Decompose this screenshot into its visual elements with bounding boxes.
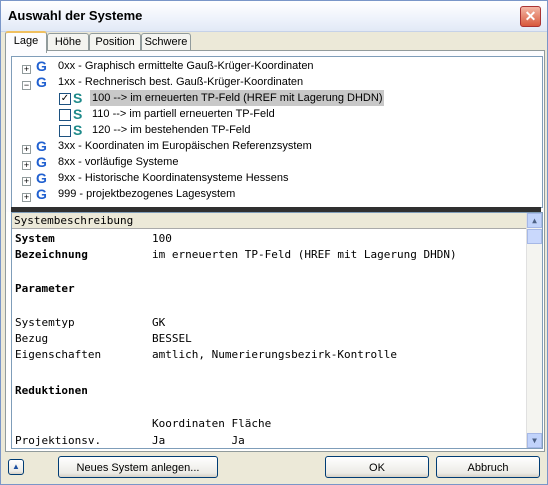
tab-position[interactable]: Position: [89, 33, 141, 51]
checkbox-100[interactable]: ✓: [59, 93, 71, 105]
projektion-label: Projektionsv.: [15, 434, 102, 447]
reduktionen-heading: Reduktionen: [15, 384, 88, 397]
description-header: Systembeschreibung: [12, 213, 528, 229]
title-bar: Auswahl der Systeme ✕: [1, 1, 547, 32]
expand-icon[interactable]: +: [22, 177, 31, 186]
tree-node-100[interactable]: 100 --> im erneuerten TP-Feld (HREF mit …: [90, 90, 385, 106]
collapse-icon[interactable]: −: [22, 81, 31, 90]
tree-node-999[interactable]: 999 - projektbezogenes Lagesystem: [58, 186, 235, 202]
close-button[interactable]: ✕: [520, 6, 541, 27]
expand-icon[interactable]: +: [22, 161, 31, 170]
bezug-label: Bezug: [15, 332, 49, 345]
system-tree[interactable]: + G 0xx - Graphisch ermittelte Gauß-Krüg…: [11, 56, 543, 208]
tree-node-110[interactable]: 110 --> im partiell erneuerten TP-Feld: [92, 106, 275, 122]
tree-node-0xx[interactable]: 0xx - Graphisch ermittelte Gauß-Krüger-K…: [58, 58, 314, 74]
system-value: 100: [152, 232, 172, 245]
g-system-icon: G: [36, 58, 47, 74]
tab-schwere[interactable]: Schwere: [141, 33, 191, 51]
collapse-panel-button[interactable]: ▲: [8, 459, 24, 475]
g-system-icon: G: [36, 154, 47, 170]
tree-node-8xx[interactable]: 8xx - vorläufige Systeme: [58, 154, 178, 170]
g-system-icon: G: [36, 138, 47, 154]
ok-button[interactable]: OK: [325, 456, 429, 478]
g-system-icon: G: [36, 186, 47, 202]
projektion-value: Ja Ja: [152, 434, 245, 447]
new-system-button[interactable]: Neues System anlegen...: [58, 456, 218, 478]
g-system-icon: G: [36, 74, 47, 90]
s-system-icon: S: [73, 90, 83, 106]
cancel-button[interactable]: Abbruch: [436, 456, 540, 478]
description-pane: Systembeschreibung System 100 Bezeichnun…: [6, 212, 544, 451]
tree-node-3xx[interactable]: 3xx - Koordinaten im Europäischen Refere…: [58, 138, 312, 154]
parameter-heading: Parameter: [15, 282, 75, 295]
systemtyp-value: GK: [152, 316, 166, 329]
checkbox-110[interactable]: [59, 109, 71, 121]
description-box: Systembeschreibung System 100 Bezeichnun…: [11, 212, 543, 449]
s-system-icon: S: [73, 122, 83, 138]
tab-panel: + G 0xx - Graphisch ermittelte Gauß-Krüg…: [5, 50, 545, 452]
expand-icon[interactable]: +: [22, 145, 31, 154]
expand-icon[interactable]: +: [22, 193, 31, 202]
system-label: System: [15, 232, 55, 245]
window-title: Auswahl der Systeme: [8, 8, 143, 23]
bezeichnung-label: Bezeichnung: [15, 248, 88, 261]
scroll-thumb[interactable]: [527, 229, 542, 244]
description-scrollbar[interactable]: ▲ ▼: [526, 213, 542, 448]
checkbox-120[interactable]: [59, 125, 71, 137]
tab-lage[interactable]: Lage: [5, 31, 47, 53]
s-system-icon: S: [73, 106, 83, 122]
bezug-value: BESSEL: [152, 332, 192, 345]
eigenschaften-value: amtlich, Numerierungsbezirk-Kontrolle: [152, 348, 398, 361]
tree-node-9xx[interactable]: 9xx - Historische Koordinatensysteme Hes…: [58, 170, 288, 186]
tab-hoehe[interactable]: Höhe: [47, 33, 89, 51]
scroll-down-icon[interactable]: ▼: [527, 433, 542, 448]
bezeichnung-value: im erneuerten TP-Feld (HREF mit Lagerung…: [152, 248, 457, 261]
scroll-up-icon[interactable]: ▲: [527, 213, 542, 228]
tree-node-1xx[interactable]: 1xx - Rechnerisch best. Gauß-Krüger-Koor…: [58, 74, 303, 90]
reduktionen-columns: Koordinaten Fläche: [152, 417, 272, 430]
dialog-window: Auswahl der Systeme ✕ Lage Höhe Position…: [0, 0, 548, 485]
tree-node-120[interactable]: 120 --> im bestehenden TP-Feld: [92, 122, 250, 138]
systemtyp-label: Systemtyp: [15, 316, 75, 329]
g-system-icon: G: [36, 170, 47, 186]
eigenschaften-label: Eigenschaften: [15, 348, 102, 361]
expand-icon[interactable]: +: [22, 65, 31, 74]
